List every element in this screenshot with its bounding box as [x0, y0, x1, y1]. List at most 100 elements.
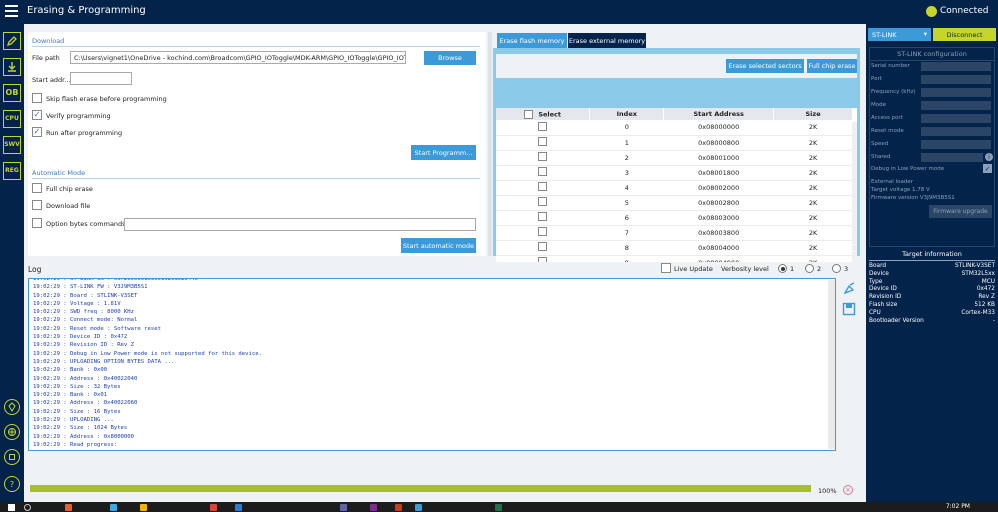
port-select[interactable]	[921, 75, 991, 84]
start-icon[interactable]	[8, 504, 15, 511]
sidebar-item-cpu[interactable]: CPU	[3, 110, 21, 128]
table-row[interactable]: 7 0x08003800 2K	[496, 225, 853, 241]
sector-size: 2K	[773, 150, 853, 166]
disconnect-button[interactable]: Disconnect	[933, 28, 996, 41]
cancel-icon[interactable]: ×	[843, 485, 853, 495]
sector-size: 2K	[773, 210, 853, 226]
sector-select-checkbox[interactable]	[538, 227, 548, 236]
sector-table-grid: Select Index Start Address Size 0 0x08000…	[496, 108, 853, 267]
start-programming-button[interactable]: Start Programm...	[411, 145, 476, 160]
log-line: 19:02:29 : Address : 0x40022040	[33, 375, 138, 382]
column-header-index[interactable]: Index	[589, 108, 665, 120]
erase-selected-sectors-button[interactable]: Erase selected sectors	[726, 59, 804, 73]
taskbar-app-icon[interactable]	[140, 504, 147, 511]
table-row[interactable]: 0 0x08000000 2K	[496, 120, 853, 136]
live-update-checkbox[interactable]	[661, 263, 671, 273]
sector-select-checkbox[interactable]	[538, 152, 548, 161]
sidebar-item-memory-edit[interactable]	[3, 32, 21, 50]
verbosity-radio-1[interactable]	[778, 264, 787, 273]
table-row[interactable]: 4 0x08002000 2K	[496, 180, 853, 196]
sector-select-checkbox[interactable]	[538, 197, 548, 206]
download-icon	[8, 62, 16, 72]
sidebar-item-option-bytes[interactable]: OB	[3, 84, 21, 102]
sector-select-checkbox[interactable]	[538, 121, 548, 131]
plugin-icon[interactable]	[4, 399, 20, 415]
taskbar-app-icon[interactable]	[370, 504, 377, 511]
taskbar-app-icon[interactable]	[65, 504, 72, 511]
log-line: 19:02:29 : UPLOADING ...	[33, 417, 114, 424]
menu-icon[interactable]	[5, 5, 18, 17]
file-path-field[interactable]: C:\Users\vignet1\OneDrive - kochind.com\…	[70, 51, 406, 64]
sector-select-checkbox[interactable]	[538, 212, 548, 221]
sidebar-item-swv[interactable]: SWV	[3, 136, 21, 154]
firmware-version-info: Firmware version V3J9M3B5S1	[871, 195, 955, 201]
sector-select-checkbox[interactable]	[538, 137, 548, 146]
table-row[interactable]: 6 0x08003000 2K	[496, 210, 853, 226]
taskbar-app-icon[interactable]	[210, 504, 217, 511]
info-icon[interactable]: i	[985, 153, 993, 161]
log-line: 19:02:29 : Address : 0x40022060	[33, 400, 138, 407]
sector-start-address: 0x08003800	[663, 225, 774, 241]
frequency-select[interactable]	[921, 88, 991, 97]
mode-select[interactable]	[921, 101, 991, 110]
serial-number-select[interactable]	[921, 62, 991, 71]
download-panel-scrollbar[interactable]	[488, 32, 492, 256]
start-address-field[interactable]	[70, 72, 132, 85]
help-icon[interactable]: ?	[4, 476, 20, 492]
taskbar: 7:02 PM	[0, 502, 998, 512]
sector-select-cell	[496, 120, 590, 136]
divider	[32, 46, 480, 47]
reset-mode-select[interactable]	[921, 127, 991, 136]
tab-erase-external-memory[interactable]: Erase external memory	[568, 33, 646, 48]
access-port-select[interactable]	[921, 114, 991, 123]
table-row[interactable]: 3 0x08001800 2K	[496, 165, 853, 181]
verbosity-radio-3[interactable]	[832, 264, 841, 273]
debug-low-power-checkbox[interactable]: ✓	[983, 164, 992, 173]
browse-button[interactable]: Browse	[424, 51, 476, 65]
column-header-select[interactable]: Select	[496, 108, 591, 120]
table-row[interactable]: 5 0x08002800 2K	[496, 195, 853, 211]
globe-icon[interactable]	[4, 424, 20, 440]
interface-select[interactable]: ST-LINK ▾	[868, 28, 931, 41]
taskbar-app-icon[interactable]	[235, 504, 242, 511]
taskbar-app-icon[interactable]	[415, 504, 422, 511]
save-log-icon[interactable]	[842, 302, 856, 316]
skip-erase-checkbox[interactable]	[32, 93, 42, 103]
search-icon[interactable]	[24, 504, 31, 511]
target-info-row: Flash size 512 KB	[869, 302, 995, 310]
run-after-programming-checkbox[interactable]: ✓	[32, 127, 42, 137]
log-scrollbar[interactable]	[828, 280, 835, 449]
option-bytes-commands-checkbox[interactable]	[32, 218, 42, 228]
column-header-start-address[interactable]: Start Address	[663, 108, 775, 120]
sector-table-scrollbar[interactable]	[852, 122, 857, 267]
sidebar-item-erasing-programming[interactable]	[3, 58, 21, 76]
full-chip-erase-button[interactable]: Full chip erase	[807, 59, 857, 73]
log-line: 19:02:29 : ST-LINK FW : V3J9M3B5S1	[33, 284, 148, 291]
taskbar-app-icon[interactable]	[495, 504, 502, 511]
firmware-upgrade-button[interactable]: Firmware upgrade	[929, 205, 992, 218]
verbosity-radio-2[interactable]	[805, 264, 814, 273]
chip-icon[interactable]	[4, 449, 20, 465]
column-header-size[interactable]: Size	[773, 108, 853, 120]
clear-log-icon[interactable]	[842, 282, 856, 296]
taskbar-app-icon[interactable]	[110, 504, 117, 511]
tab-erase-flash-memory[interactable]: Erase flash memory	[497, 33, 567, 48]
log-console[interactable]: 19:02:29 : ST-LINK SN : 0072000951530519…	[28, 278, 836, 451]
table-row[interactable]: 8 0x08004000 2K	[496, 240, 853, 256]
table-row[interactable]: 2 0x08001000 2K	[496, 150, 853, 166]
verify-programming-checkbox[interactable]: ✓	[32, 110, 42, 120]
sector-select-checkbox[interactable]	[538, 167, 548, 176]
sector-select-checkbox[interactable]	[538, 182, 548, 191]
shared-select[interactable]	[921, 153, 983, 162]
start-automatic-mode-button[interactable]: Start automatic mode	[401, 238, 476, 253]
table-row[interactable]: 1 0x08000800 2K	[496, 135, 853, 151]
speed-select[interactable]	[921, 140, 991, 149]
sector-select-checkbox[interactable]	[538, 242, 548, 251]
sidebar-item-registers[interactable]: REG	[3, 162, 21, 180]
target-info-row: Type MCU	[869, 279, 995, 287]
option-bytes-commands-field[interactable]	[124, 218, 476, 231]
download-file-checkbox[interactable]	[32, 200, 42, 210]
taskbar-app-icon[interactable]	[340, 504, 347, 511]
full-chip-erase-checkbox[interactable]	[32, 183, 42, 193]
taskbar-app-icon[interactable]	[395, 504, 402, 511]
